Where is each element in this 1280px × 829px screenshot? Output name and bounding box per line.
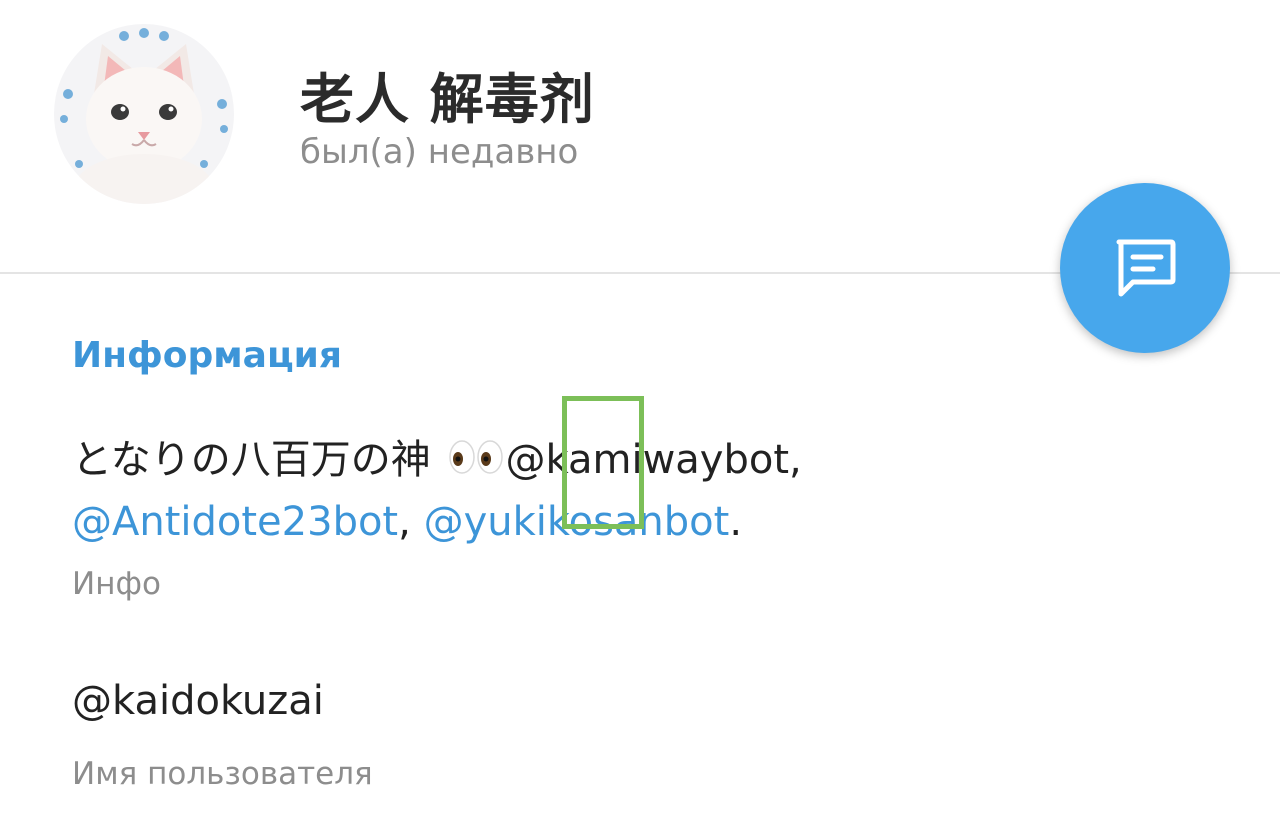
bio-line-2: @Antidote23bot, @yukikosanbot. bbox=[72, 492, 1192, 552]
last-seen-status: был(а) недавно bbox=[300, 132, 579, 172]
message-icon bbox=[1116, 239, 1176, 297]
eyes-emoji-icon bbox=[448, 432, 504, 492]
bio-separator: , bbox=[398, 499, 424, 545]
username-caption: Имя пользователя bbox=[72, 756, 373, 792]
bio-caption: Инфо bbox=[72, 566, 161, 602]
mention-yukikosanbot[interactable]: @yukikosanbot bbox=[424, 499, 730, 545]
avatar[interactable] bbox=[54, 24, 234, 204]
mention-antidote23bot[interactable]: @Antidote23bot bbox=[72, 499, 398, 545]
send-message-button[interactable] bbox=[1060, 183, 1230, 353]
cat-avatar-icon bbox=[54, 24, 234, 204]
username-value[interactable]: @kaidokuzai bbox=[72, 678, 324, 724]
mention-kamiwaybot[interactable]: @kamiwaybot bbox=[506, 437, 790, 483]
bio-text: となりの八百万の神 @kamiwaybot, @Antidote23bot, @… bbox=[72, 430, 1192, 552]
bio-line-1: となりの八百万の神 @kamiwaybot, bbox=[72, 430, 1192, 492]
bio-period: . bbox=[729, 499, 743, 545]
profile-screen: 老人 解毒剂 был(а) недавно Информация となりの八百万… bbox=[0, 0, 1280, 829]
bio-separator: , bbox=[789, 437, 802, 483]
info-section-title: Информация bbox=[72, 335, 342, 376]
profile-name: 老人 解毒剂 bbox=[300, 68, 595, 131]
bio-text-jp: となりの八百万の神 bbox=[72, 437, 431, 483]
